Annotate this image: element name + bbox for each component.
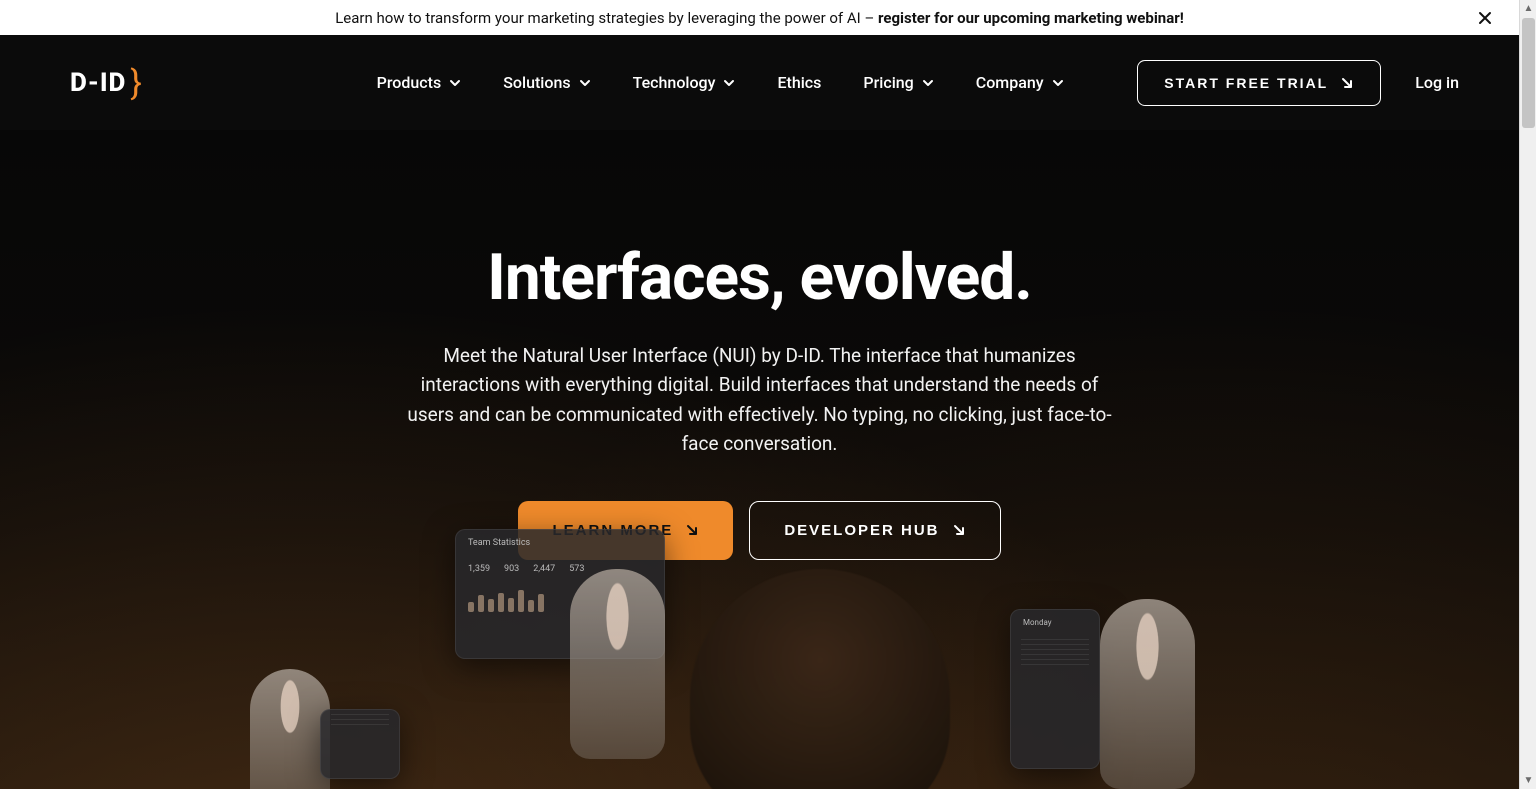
chevron-down-icon (449, 77, 461, 89)
announcement-close-button[interactable] (1475, 8, 1495, 28)
nav-label: Products (377, 73, 442, 92)
arrow-down-right-icon (685, 523, 699, 537)
hero-subtitle: Meet the Natural User Interface (NUI) by… (400, 341, 1120, 459)
nav-links: Products Solutions Technology Ethics Pri… (257, 73, 1064, 92)
nav-item-company[interactable]: Company (976, 73, 1064, 92)
learn-more-button[interactable]: LEARN MORE (518, 501, 733, 560)
nav-label: Ethics (777, 73, 821, 92)
brand-brace-icon: } (130, 66, 143, 100)
scroll-up-arrow-icon[interactable]: ▲ (1520, 0, 1536, 17)
developer-hub-button[interactable]: DEVELOPER HUB (749, 501, 1000, 560)
chevron-down-icon (922, 77, 934, 89)
nav-item-ethics[interactable]: Ethics (777, 73, 821, 92)
nav-item-solutions[interactable]: Solutions (503, 73, 590, 92)
scroll-down-arrow-icon[interactable]: ▼ (1520, 772, 1536, 789)
cta-label: START FREE TRIAL (1164, 75, 1328, 91)
login-link[interactable]: Log in (1415, 73, 1459, 92)
illustration-person (570, 569, 665, 759)
login-label: Log in (1415, 73, 1459, 92)
chevron-down-icon (579, 77, 591, 89)
illustration-panel (320, 709, 400, 779)
illustration-panel: Monday (1010, 609, 1100, 769)
nav-label: Solutions (503, 73, 570, 92)
announcement-bar: Learn how to transform your marketing st… (0, 0, 1519, 35)
announcement-text-prefix: Learn how to transform your marketing st… (335, 9, 878, 27)
nav-item-technology[interactable]: Technology (633, 73, 736, 92)
nav-label: Technology (633, 73, 716, 92)
cta-label: LEARN MORE (552, 522, 673, 539)
arrow-down-right-icon (952, 523, 966, 537)
chevron-down-icon (723, 77, 735, 89)
nav-label: Pricing (863, 73, 913, 92)
illustration-person (690, 569, 950, 789)
illustration-person (1100, 599, 1195, 789)
nav-label: Company (976, 73, 1044, 92)
page-scrollbar[interactable]: ▲ ▼ (1519, 0, 1536, 789)
hero-section: Interfaces, evolved. Meet the Natural Us… (0, 130, 1519, 789)
brand-name: D-ID (70, 68, 126, 98)
nav-item-products[interactable]: Products (377, 73, 462, 92)
chevron-down-icon (1052, 77, 1064, 89)
hero-title: Interfaces, evolved. (487, 240, 1032, 315)
arrow-down-right-icon (1340, 76, 1354, 90)
announcement-text[interactable]: Learn how to transform your marketing st… (335, 9, 1184, 27)
illustration-person (250, 669, 330, 789)
brand-logo[interactable]: D-ID} (70, 66, 183, 100)
nav-right-actions: START FREE TRIAL Log in (1137, 60, 1459, 106)
nav-item-pricing[interactable]: Pricing (863, 73, 933, 92)
hero-ctas: LEARN MORE DEVELOPER HUB (518, 501, 1000, 560)
scrollbar-thumb[interactable] (1522, 18, 1535, 128)
announcement-link[interactable]: register for our upcoming marketing webi… (878, 9, 1184, 27)
close-icon (1477, 10, 1493, 26)
navbar: D-ID} Products Solutions Technology Ethi… (0, 35, 1519, 130)
start-free-trial-button[interactable]: START FREE TRIAL (1137, 60, 1381, 106)
cta-label: DEVELOPER HUB (784, 522, 939, 539)
